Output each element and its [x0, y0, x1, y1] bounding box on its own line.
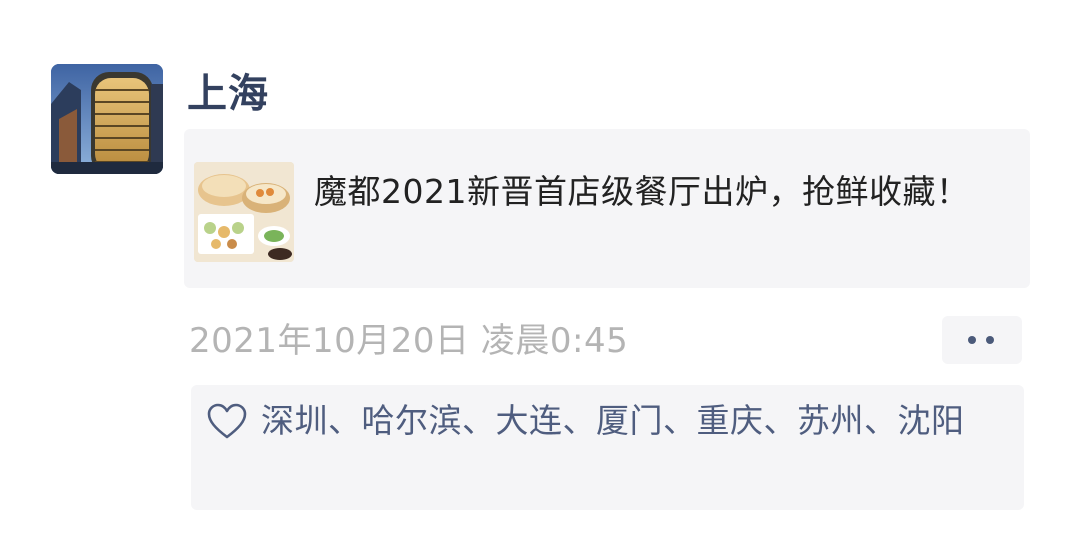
author-name[interactable]: 上海: [187, 66, 269, 122]
dim-sum-photo-icon: [194, 162, 294, 262]
dot-icon: [968, 336, 976, 344]
heart-outline-icon: [207, 403, 247, 439]
post-timestamp: 2021年10月20日 凌晨0:45: [189, 321, 629, 361]
building-photo-icon: [51, 64, 163, 174]
shared-link-card[interactable]: 魔都2021新晋首店级餐厅出炉，抢鲜收藏！: [184, 129, 1030, 288]
link-thumbnail: [194, 162, 294, 262]
link-title: 魔都2021新晋首店级餐厅出炉，抢鲜收藏！: [314, 172, 970, 211]
avatar[interactable]: [51, 64, 163, 174]
dot-icon: [986, 336, 994, 344]
more-actions-button[interactable]: [942, 316, 1022, 364]
like-names[interactable]: 深圳、哈尔滨、大连、厦门、重庆、苏州、沈阳: [261, 393, 1001, 448]
likes-section: 深圳、哈尔滨、大连、厦门、重庆、苏州、沈阳: [191, 385, 1024, 510]
